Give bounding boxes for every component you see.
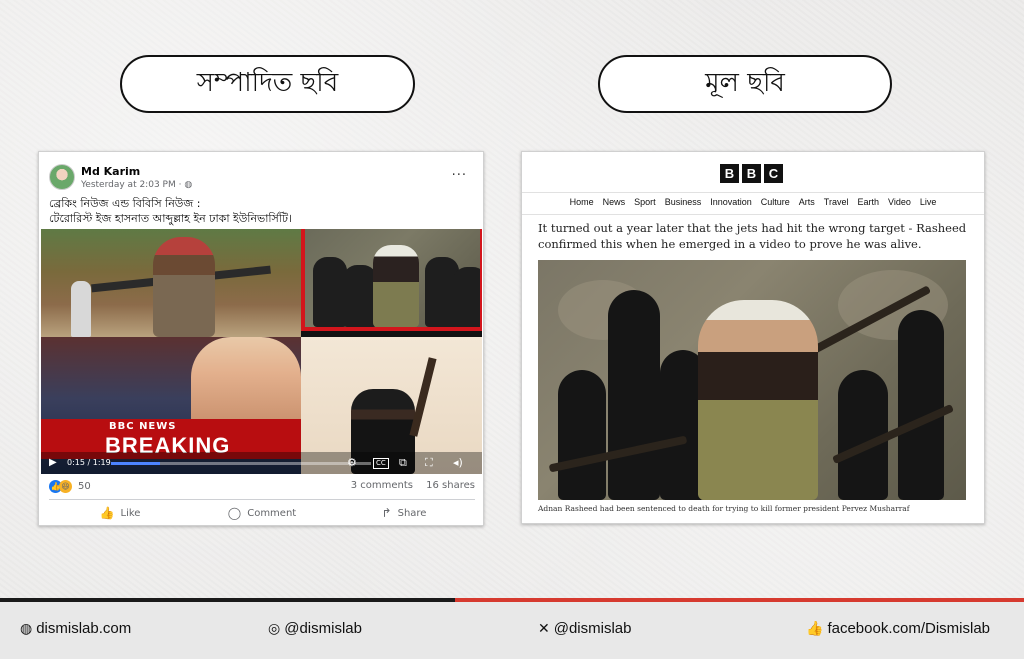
globe-icon: ◍ — [184, 180, 193, 190]
bbc-article: B B C Home News Sport Business Innovatio… — [521, 151, 985, 524]
nav-item-culture[interactable]: Culture — [761, 197, 790, 207]
divider — [522, 192, 984, 193]
gear-icon[interactable]: ⚙ — [347, 456, 357, 469]
x-text: @dismislab — [553, 620, 632, 637]
footer-instagram[interactable]: ◎ @dismislab — [268, 620, 362, 637]
like-button[interactable]: 👍 Like — [49, 501, 191, 525]
instagram-icon: ◎ — [268, 620, 281, 636]
x-icon: ✕ — [538, 620, 550, 636]
nav-item-arts[interactable]: Arts — [799, 197, 815, 207]
post-caption: ব্রেকিং নিউজ এন্ড বিবিসি নিউজ : টেরোরিস্… — [49, 196, 475, 226]
bystander-figure — [71, 281, 91, 337]
caption-line: ব্রেকিং নিউজ এন্ড বিবিসি নিউজ : — [49, 197, 201, 210]
bbc-logo[interactable]: B B C — [720, 164, 783, 183]
author-name[interactable]: Md Karim — [81, 165, 140, 178]
volume-icon[interactable]: ◂) — [453, 456, 463, 469]
divider — [522, 214, 984, 215]
bbc-logo-letter: C — [764, 164, 783, 183]
lead-figure — [373, 245, 419, 327]
video-thumbnail-top-left — [41, 229, 301, 337]
facebook-text: facebook.com/Dismislab — [827, 620, 990, 637]
article-photo — [538, 260, 966, 500]
footer-x[interactable]: ✕ @dismislab — [538, 620, 631, 637]
photo-caption: Adnan Rasheed had been sentenced to deat… — [538, 504, 910, 513]
share-button[interactable]: ↱ Share — [333, 501, 475, 525]
highlighted-frame — [301, 229, 482, 331]
post-header: Md Karim Yesterday at 2:03 PM · ◍ ··· — [49, 162, 475, 194]
instagram-text: @dismislab — [284, 620, 362, 637]
globe-icon: ◍ — [20, 620, 33, 636]
comment-label: Comment — [247, 507, 297, 519]
nav-item-sport[interactable]: Sport — [634, 197, 656, 207]
rifle-shape — [409, 357, 437, 437]
caption-line: টেরোরিস্ট ইজ হাসনাত আব্দুল্লাহ ইন ঢাকা ই… — [49, 212, 292, 225]
masked-figure — [453, 267, 480, 327]
share-arrow-icon: ↱ — [381, 506, 392, 520]
masked-figure — [558, 370, 606, 500]
post-actions: 👍 Like ◯ Comment ↱ Share — [49, 501, 475, 525]
bbc-logo-letter: B — [742, 164, 761, 183]
post-timestamp[interactable]: Yesterday at 2:03 PM · ◍ — [81, 180, 192, 190]
like-label: Like — [120, 507, 141, 519]
masked-figure — [608, 290, 660, 500]
speech-bubble-icon: ◯ — [227, 506, 242, 520]
facebook-post: Md Karim Yesterday at 2:03 PM · ◍ ··· ব্… — [38, 151, 484, 526]
nav-item-innovation[interactable]: Innovation — [710, 197, 752, 207]
engagement-counts: 3 comments 16 shares — [341, 480, 475, 491]
comment-button[interactable]: ◯ Comment — [191, 501, 333, 525]
article-body-text: It turned out a year later that the jets… — [538, 221, 967, 251]
masked-figure — [898, 310, 944, 500]
divider — [49, 499, 475, 500]
fullscreen-icon[interactable]: ⛶ — [425, 456, 433, 470]
timestamp-text: Yesterday at 2:03 PM · — [81, 180, 185, 190]
post-stats: 👍 😆 50 3 comments 16 shares — [49, 480, 475, 496]
original-image-label: মূল ছবি — [598, 55, 892, 113]
progress-fill — [111, 462, 161, 465]
haha-reaction-icon: 😆 — [59, 480, 72, 493]
captions-icon[interactable]: CC — [373, 458, 389, 469]
nav-item-live[interactable]: Live — [920, 197, 937, 207]
nav-item-earth[interactable]: Earth — [857, 197, 879, 207]
website-text: dismislab.com — [36, 620, 132, 637]
armed-person-figure — [153, 237, 215, 337]
nav-item-news[interactable]: News — [603, 197, 626, 207]
lead-figure — [698, 300, 818, 500]
anchor-figure — [191, 337, 301, 427]
avatar[interactable] — [49, 164, 75, 190]
video-time: 0:15 / 1:19 — [67, 458, 111, 467]
bbc-nav: Home News Sport Business Innovation Cult… — [522, 197, 984, 207]
nav-item-home[interactable]: Home — [570, 197, 594, 207]
edited-image-label: সম্পাদিত ছবি — [120, 55, 415, 113]
video-controls: ▶ 0:15 / 1:19 ⚙ CC ⧉ ⛶ ◂) — [41, 452, 482, 474]
nav-item-video[interactable]: Video — [888, 197, 911, 207]
masked-figure — [313, 257, 347, 327]
reaction-count: 50 — [78, 481, 91, 492]
video-player[interactable]: BBC NEWS BREAKING ▶ 0:15 / 1:19 ⚙ CC ⧉ ⛶… — [41, 229, 482, 474]
footer: ◍ dismislab.com ◎ @dismislab ✕ @dismislab 👍… — [0, 598, 1024, 659]
nav-item-travel[interactable]: Travel — [824, 197, 849, 207]
thumbs-up-icon: 👍 — [99, 506, 115, 520]
footer-facebook[interactable]: 👍 facebook.com/Dismislab — [806, 620, 990, 637]
bbc-logo-letter: B — [720, 164, 739, 183]
pip-icon[interactable]: ⧉ — [399, 456, 407, 470]
footer-website[interactable]: ◍ dismislab.com — [20, 620, 131, 637]
footer-divider-red — [455, 598, 1024, 602]
bbc-news-label: BBC NEWS — [109, 421, 177, 432]
footer-divider-dark — [0, 598, 455, 602]
comments-count[interactable]: 3 comments — [351, 480, 413, 491]
play-icon[interactable]: ▶ — [49, 457, 57, 468]
share-label: Share — [397, 507, 427, 519]
reactions[interactable]: 👍 😆 50 — [49, 480, 91, 493]
shares-count[interactable]: 16 shares — [426, 480, 475, 491]
thumbs-up-icon: 👍 — [806, 620, 824, 636]
masked-figure — [343, 265, 377, 327]
more-options-icon[interactable]: ··· — [452, 168, 467, 183]
progress-track[interactable] — [111, 462, 371, 465]
nav-item-business[interactable]: Business — [665, 197, 702, 207]
